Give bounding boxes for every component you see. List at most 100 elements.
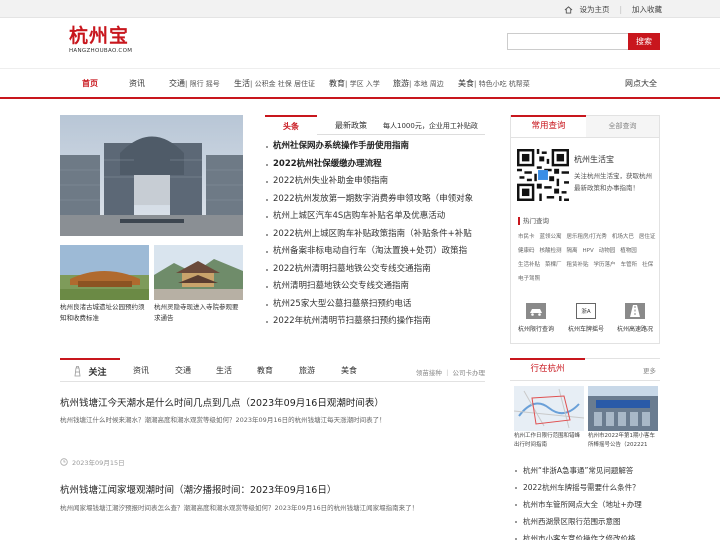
nav-traffic-label: 交通 bbox=[169, 79, 185, 88]
headline-item[interactable]: 2022杭州上城区购车补贴政策指南（补贴条件+补贴 bbox=[265, 226, 487, 244]
hot-query-link[interactable]: 菜棵厂 bbox=[545, 261, 562, 270]
building-sign-illustration bbox=[588, 386, 658, 431]
hot-query-link[interactable]: 市民卡 bbox=[518, 233, 535, 242]
nav-traffic[interactable]: 交通| 限行 摇号 bbox=[169, 78, 220, 89]
city-image-limit-map[interactable] bbox=[514, 386, 584, 431]
nav-traffic-sub: | 限行 摇号 bbox=[185, 80, 220, 88]
nav-food-label: 美食 bbox=[458, 79, 474, 88]
nav-education[interactable]: 教育| 学区 入学 bbox=[329, 78, 380, 89]
nav-edu-label: 教育 bbox=[329, 79, 345, 88]
headline-item[interactable]: 2022年杭州清明节扫墓祭扫预约操作指南 bbox=[265, 313, 487, 331]
quick-highway-status[interactable]: 杭州高速路况 bbox=[615, 303, 655, 333]
article-date-text: 2023年09月15日 bbox=[72, 459, 125, 467]
headline-item[interactable]: 杭州25家大型公墓扫墓祭扫预约电话 bbox=[265, 296, 487, 314]
hot-query-link[interactable]: 核酸检测 bbox=[540, 247, 562, 256]
top-utility-bar: 设为主页 | 加入收藏 bbox=[0, 0, 720, 18]
nav-sites[interactable]: 网点大全 bbox=[625, 78, 657, 89]
search-input[interactable] bbox=[507, 33, 628, 50]
city-news-item[interactable]: 杭州市小客车竞价操作之修改价格 bbox=[514, 530, 660, 540]
tab-all-query[interactable]: 全部查询 bbox=[586, 116, 659, 137]
thumb-image-liangzhu[interactable] bbox=[60, 245, 149, 300]
headline-sub-link[interactable]: 每人1000元，企业用工补贴政 bbox=[383, 121, 478, 131]
hero-building-illustration bbox=[60, 115, 243, 236]
city-image-caption[interactable]: 杭州工作日限行范围和错峰出行时间指南 bbox=[514, 432, 584, 450]
headline-item[interactable]: 杭州社保网办系统操作手册使用指南 bbox=[265, 138, 487, 156]
hot-query-link[interactable]: 租赁补贴 bbox=[567, 261, 589, 270]
hot-query-link[interactable]: 动物园 bbox=[599, 247, 616, 256]
hot-query-link[interactable]: 生活补贴 bbox=[518, 261, 540, 270]
add-favorite-link[interactable]: 加入收藏 bbox=[632, 4, 662, 15]
tab-follow-news[interactable]: 资讯 bbox=[133, 365, 149, 376]
city-tabs: 行在杭州 更多 bbox=[510, 358, 660, 381]
hot-query-link[interactable]: 隔离 bbox=[567, 247, 578, 256]
tab-headlines[interactable]: 头条 bbox=[265, 115, 317, 135]
hot-query-link[interactable]: 居乐租房/打光秀 bbox=[567, 233, 607, 242]
headline-tabs: 头条 最新政策 每人1000元，企业用工补贴政 bbox=[265, 115, 485, 135]
tab-latest-policy[interactable]: 最新政策 bbox=[335, 120, 367, 131]
quick-label: 杭州车牌摇号 bbox=[567, 326, 604, 333]
headline-item[interactable]: 杭州清明扫墓地铁公交专线交通指南 bbox=[265, 278, 487, 296]
headline-item[interactable]: 2022杭州清明扫墓地铁公交专线交通指南 bbox=[265, 261, 487, 279]
tab-follow-life[interactable]: 生活 bbox=[216, 365, 232, 376]
headline-item[interactable]: 杭州备案非标电动自行车（淘汰置换+处罚）政策指 bbox=[265, 243, 487, 261]
hot-query-link[interactable]: HPV bbox=[583, 247, 594, 256]
city-news-item[interactable]: 杭州市车管所网点大全（地址+办理 bbox=[514, 496, 660, 513]
hot-query-link[interactable]: 社保 bbox=[642, 261, 653, 270]
search-button[interactable]: 搜索 bbox=[628, 33, 660, 50]
headline-item[interactable]: 2022杭州社保缓缴办理流程 bbox=[265, 156, 487, 174]
article-title[interactable]: 杭州钱塘江今天潮水是什么时间几点到几点（2023年09月16日观潮时间表） bbox=[60, 395, 384, 409]
search-bar: 搜索 bbox=[507, 33, 660, 50]
city-news-item[interactable]: 杭州“非浙A急事通”常见问题解答 bbox=[514, 462, 660, 479]
thumb-image-lingyin[interactable] bbox=[154, 245, 243, 300]
main-nav: 首页 资讯 交通| 限行 摇号 生活| 公积金 社保 居住证 教育| 学区 入学… bbox=[0, 68, 720, 99]
headline-item[interactable]: 2022杭州失业补助金申领指南 bbox=[265, 173, 487, 191]
quick-traffic-limit[interactable]: 杭州限行查询 bbox=[516, 303, 556, 333]
qr-code-icon bbox=[517, 149, 569, 201]
nav-news[interactable]: 资讯 bbox=[129, 78, 145, 89]
tab-follow-education[interactable]: 教育 bbox=[257, 365, 273, 376]
nav-life[interactable]: 生活| 公积金 社保 居住证 bbox=[234, 78, 315, 89]
more-link[interactable]: 更多 bbox=[643, 365, 656, 375]
follow-right-links[interactable]: 领苗接种 ｜ 公司卡办理 bbox=[416, 367, 485, 377]
headline-item[interactable]: 杭州上城区汽车4S店购车补贴名单及优惠活动 bbox=[265, 208, 487, 226]
city-news-item[interactable]: 杭州西湖景区限行范围示意图 bbox=[514, 513, 660, 530]
tab-follow-travel[interactable]: 旅游 bbox=[299, 365, 315, 376]
site-logo[interactable]: 杭州宝 HANGZHOUBAO.COM bbox=[69, 25, 132, 54]
lighthouse-icon bbox=[75, 365, 81, 376]
nav-travel-label: 旅游 bbox=[393, 79, 409, 88]
tab-follow-traffic[interactable]: 交通 bbox=[175, 365, 191, 376]
article-summary: 杭州钱塘江什么时候来潮水？潮潮高度和潮水观赏等级如何？2023年09月16日的杭… bbox=[60, 416, 386, 424]
clock-icon bbox=[60, 458, 68, 466]
park-illustration bbox=[60, 245, 149, 300]
tab-city-travel[interactable]: 行在杭州 bbox=[510, 358, 585, 380]
hot-query-link[interactable]: 电子驾照 bbox=[518, 275, 540, 284]
article-title[interactable]: 杭州钱塘江闻家堰观潮时间（潮汐播报时间：2023年09月16日） bbox=[60, 482, 336, 496]
nav-life-label: 生活 bbox=[234, 79, 250, 88]
headline-item[interactable]: 2022杭州发放第一期数字消费券申领攻略（申领对象 bbox=[265, 191, 487, 209]
city-image-caption[interactable]: 杭州市2022年第1期小客车所棒摇号公告（202221 bbox=[588, 432, 658, 450]
hot-query-link[interactable]: 居住证 bbox=[639, 233, 656, 242]
quick-label: 杭州高速路况 bbox=[616, 326, 653, 333]
map-illustration bbox=[514, 386, 584, 431]
hot-query-link[interactable]: 植物园 bbox=[620, 247, 637, 256]
nav-home[interactable]: 首页 bbox=[82, 78, 98, 89]
nav-travel[interactable]: 旅游| 本地 周边 bbox=[393, 78, 444, 89]
hot-query-link[interactable]: 车管所 bbox=[621, 261, 638, 270]
hero-image[interactable] bbox=[60, 115, 243, 236]
site-header: 杭州宝 HANGZHOUBAO.COM 搜索 bbox=[0, 18, 720, 68]
common-query-panel: 常用查询 全部查询 杭州生活宝 关注杭州生活宝，获取杭州最新政策和办事指南！ 热… bbox=[510, 115, 660, 344]
city-image-lottery[interactable] bbox=[588, 386, 658, 431]
hot-query-link[interactable]: 健康码 bbox=[518, 247, 535, 256]
thumb-caption-lingyin[interactable]: 杭州灵隐寺现进入寺院参观要求通告 bbox=[154, 302, 243, 324]
tab-common-query[interactable]: 常用查询 bbox=[511, 115, 586, 137]
hot-query-link[interactable]: 蓝领公寓 bbox=[540, 233, 562, 242]
city-news-item[interactable]: 2022杭州车牌摇号需要什么条件？ bbox=[514, 479, 660, 496]
hot-query-link[interactable]: 学历落户 bbox=[594, 261, 616, 270]
thumb-caption-liangzhu[interactable]: 杭州良渚古城遗址公园预约须知和收费标准 bbox=[60, 302, 149, 324]
car-icon bbox=[526, 303, 546, 319]
nav-food[interactable]: 美食| 特色小吃 杭帮菜 bbox=[458, 78, 530, 89]
tab-follow[interactable]: 关注 bbox=[60, 358, 120, 382]
set-home-link[interactable]: 设为主页 bbox=[564, 4, 609, 15]
tab-follow-food[interactable]: 美食 bbox=[341, 365, 357, 376]
hot-query-link[interactable]: 机场大巴 bbox=[612, 233, 634, 242]
